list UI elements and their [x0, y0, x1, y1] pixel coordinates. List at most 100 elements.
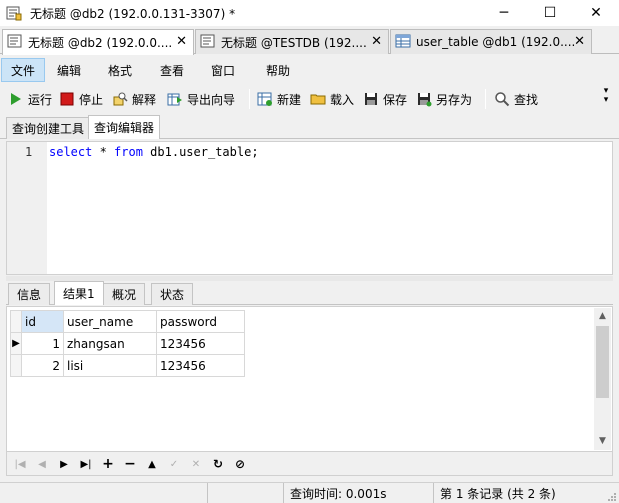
export-wizard-button[interactable]: 导出向导 [167, 88, 235, 110]
close-tab-icon[interactable]: ✕ [371, 34, 382, 49]
last-record-icon[interactable]: ▶| [77, 456, 95, 472]
line-gutter: 1 [7, 142, 47, 274]
close-window-button[interactable]: ✕ [573, 0, 619, 26]
cell-user-name[interactable]: zhangsan [63, 332, 157, 355]
stop-nav-icon[interactable]: ✕ [187, 456, 205, 472]
resize-grip-icon[interactable] [607, 491, 617, 501]
result-table: id user_name password ▶ 1 zhangsan 12345… [10, 310, 245, 377]
toolbar-overflow-icon[interactable]: ▾ ▾ [601, 87, 611, 105]
tab-query-editor[interactable]: 查询编辑器 [88, 115, 161, 139]
save-as-button[interactable]: 另存为 [416, 88, 472, 110]
run-button[interactable]: 运行 [8, 88, 52, 110]
load-button[interactable]: 载入 [310, 88, 354, 110]
new-label: 新建 [277, 92, 302, 107]
doc-tab-label: 无标题 @TESTDB (192.... [221, 35, 367, 50]
status-cell-empty [207, 483, 283, 503]
folder-icon [310, 91, 326, 107]
export-wizard-label: 导出向导 [187, 92, 236, 107]
explain-button[interactable]: 解释 [112, 88, 156, 110]
export-icon [167, 91, 183, 107]
new-query-icon [257, 91, 273, 107]
new-button[interactable]: 新建 [257, 88, 301, 110]
tab-overview[interactable]: 概况 [103, 283, 146, 305]
column-header-id[interactable]: id [21, 310, 64, 333]
prev-record-icon[interactable]: ◀ [33, 456, 51, 472]
title-bar: 无标题 @db2 (192.0.0.131-3307) * ─ ☐ ✕ [0, 0, 619, 26]
menu-edit[interactable]: 编辑 [48, 58, 90, 82]
play-icon [8, 91, 24, 107]
find-button[interactable]: 查找 [494, 88, 538, 110]
result-grid[interactable]: id user_name password ▶ 1 zhangsan 12345… [6, 306, 613, 452]
sql-code-line[interactable]: select * from db1.user_table; [49, 145, 259, 159]
tab-query-builder[interactable]: 查询创建工具 [6, 117, 91, 139]
scroll-down-icon[interactable]: ▼ [594, 433, 611, 450]
explain-label: 解释 [132, 92, 157, 107]
doc-tab-query-testdb[interactable]: 无标题 @TESTDB (192.... ✕ [195, 29, 389, 54]
toolbar-separator [249, 89, 250, 109]
navicat-app-icon [6, 5, 22, 21]
row-indicator-header [10, 310, 22, 333]
apply-changes-icon[interactable]: ▲ [143, 456, 161, 472]
doc-tab-user-table[interactable]: user_table @db1 (192.0.... ✕ [390, 29, 592, 54]
query-time-status: 查询时间: 0.001s [283, 483, 433, 503]
menu-help[interactable]: 帮助 [257, 58, 299, 82]
cell-password[interactable]: 123456 [156, 332, 245, 355]
discard-changes-icon[interactable]: ✓ [165, 456, 183, 472]
first-record-icon[interactable]: |◀ [11, 456, 29, 472]
cell-password[interactable]: 123456 [156, 354, 245, 377]
menu-file[interactable]: 文件 [1, 58, 46, 82]
delete-record-icon[interactable]: − [121, 456, 139, 472]
menu-bar: 文件 编辑 格式 查看 窗口 帮助 [0, 57, 619, 83]
cell-user-name[interactable]: lisi [63, 354, 157, 377]
close-tab-icon[interactable]: ✕ [176, 34, 187, 49]
refresh-icon[interactable]: ↻ [209, 456, 227, 472]
minimize-button[interactable]: ─ [481, 0, 527, 26]
scroll-thumb[interactable] [596, 326, 609, 398]
save-label: 保存 [383, 92, 408, 107]
stop-icon [59, 91, 75, 107]
vertical-scrollbar[interactable]: ▲ ▼ [594, 308, 611, 450]
keyword-select: select [49, 145, 93, 159]
cell-id[interactable]: 1 [21, 332, 64, 355]
menu-window[interactable]: 窗口 [202, 58, 244, 82]
next-record-icon[interactable]: ▶ [55, 456, 73, 472]
tab-info[interactable]: 信息 [8, 283, 51, 305]
row-indicator [10, 354, 22, 377]
maximize-button[interactable]: ☐ [527, 0, 573, 26]
stop-label: 停止 [79, 92, 104, 107]
status-bar: 查询时间: 0.001s 第 1 条记录 (共 2 条) [0, 482, 619, 503]
cell-id[interactable]: 2 [21, 354, 64, 377]
scroll-up-icon[interactable]: ▲ [594, 308, 611, 325]
keyword-from: from [114, 145, 143, 159]
table-row[interactable]: ▶ 1 zhangsan 123456 [10, 332, 245, 355]
toolbar: 运行 停止 解释 导出向导 新建 载入 保存 另存为 查找 ▾ ▾ [0, 85, 619, 113]
doc-tab-query-db2[interactable]: 无标题 @db2 (192.0.0.... ✕ [2, 29, 194, 55]
toolbar-separator [485, 89, 486, 109]
menu-view[interactable]: 查看 [151, 58, 193, 82]
save-as-icon [416, 91, 432, 107]
tab-result-1[interactable]: 结果1 [54, 281, 104, 305]
menu-format[interactable]: 格式 [99, 58, 141, 82]
sql-editor[interactable]: 1 select * from db1.user_table; [6, 141, 613, 275]
stop-button[interactable]: 停止 [59, 88, 103, 110]
query-icon [7, 33, 23, 52]
column-header-password[interactable]: password [156, 310, 245, 333]
table-row[interactable]: 2 lisi 123456 [10, 354, 245, 377]
add-record-icon[interactable]: + [99, 456, 117, 472]
save-as-label: 另存为 [436, 92, 473, 107]
column-header-user-name[interactable]: user_name [63, 310, 157, 333]
run-label: 运行 [28, 92, 53, 107]
tab-status[interactable]: 状态 [151, 283, 194, 305]
window-title: 无标题 @db2 (192.0.0.131-3307) * [30, 6, 236, 21]
query-icon [200, 33, 216, 52]
close-tab-icon[interactable]: ✕ [574, 34, 585, 49]
line-number: 1 [25, 145, 33, 159]
query-mode-tabs: 查询创建工具 查询编辑器 [0, 115, 619, 139]
document-tabs: 无标题 @db2 (192.0.0.... ✕ 无标题 @TESTDB (192… [0, 28, 619, 55]
find-label: 查找 [514, 92, 539, 107]
cancel-icon[interactable]: ⊘ [231, 456, 249, 472]
save-button[interactable]: 保存 [363, 88, 407, 110]
explain-icon [112, 91, 128, 107]
token-star: * [92, 145, 115, 159]
record-count-status: 第 1 条记录 (共 2 条) [433, 483, 619, 503]
